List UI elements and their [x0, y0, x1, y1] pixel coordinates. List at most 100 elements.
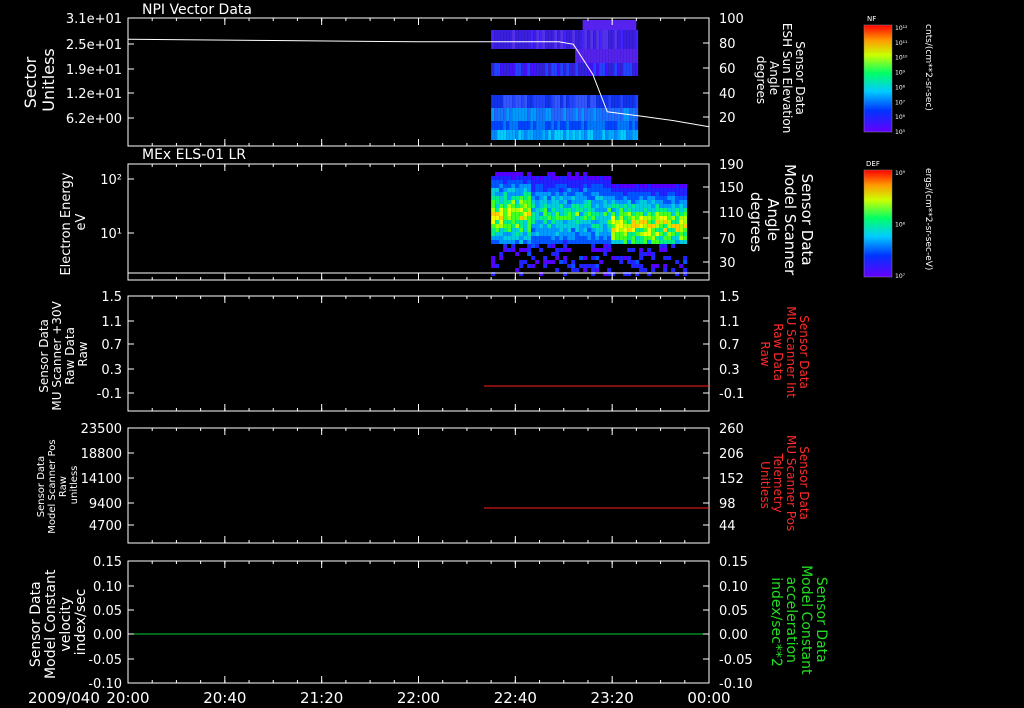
spectrogram-cell [515, 220, 520, 224]
spectrogram-cell [608, 76, 612, 95]
spectrogram-cell [572, 108, 576, 121]
spectrogram-cell [611, 95, 615, 108]
spectrogram-cell [551, 49, 555, 63]
spectrogram-cell [499, 208, 504, 212]
spectrogram-cell [507, 236, 512, 240]
spectrogram-cell [503, 121, 507, 130]
spectrogram-cell [626, 76, 630, 95]
spectrogram-cell [518, 95, 522, 108]
spectrogram-cell [547, 208, 552, 212]
spectrogram-cell [683, 212, 688, 216]
spectrogram-cell [635, 196, 640, 200]
spectrogram-cell [635, 192, 640, 196]
spectrogram-cell [567, 236, 572, 240]
spectrogram-cell [539, 216, 544, 220]
spectrogram-cell [623, 200, 628, 204]
spectrogram-cell [551, 260, 556, 264]
spectrogram-cell [539, 248, 544, 252]
spectrogram-cell [555, 236, 560, 240]
y-right-tick-label: 60 [719, 62, 736, 77]
spectrogram-cell [591, 212, 596, 216]
spectrogram-cell [571, 236, 576, 240]
spectrogram-cell [675, 196, 680, 200]
spectrogram-cell [663, 212, 668, 216]
spectrogram-cell [603, 244, 608, 248]
spectrogram-cell [511, 196, 516, 200]
spectrogram-cell [499, 196, 504, 200]
spectrogram-cell [503, 224, 508, 228]
spectrogram-cell [575, 224, 580, 228]
spectrogram-cell [507, 180, 512, 184]
spectrogram-cell [503, 184, 508, 188]
spectrogram-cell [563, 63, 567, 76]
spectrogram-cell [507, 176, 512, 180]
spectrogram-cell [512, 121, 516, 130]
spectrogram-cell [527, 196, 532, 200]
spectrogram-cell [667, 236, 672, 240]
colorbar-tick-label: 10⁷ [895, 99, 906, 106]
spectrogram-cell [587, 204, 592, 208]
spectrogram-cell [627, 196, 632, 200]
spectrogram-cell [543, 204, 548, 208]
spectrogram-cell [626, 130, 630, 140]
spectrogram-cell [543, 236, 548, 240]
spectrogram-cell [675, 220, 680, 224]
spectrogram-cell [543, 192, 548, 196]
colorbar-tick-label: 10⁸ [895, 84, 906, 91]
y-tick-label: 0.7 [101, 338, 122, 353]
y-tick-label: 1.5 [101, 290, 122, 305]
spectrogram-cell [635, 228, 640, 232]
spectrogram-cell [659, 236, 664, 240]
spectrogram-cell [509, 30, 513, 49]
spectrogram-cell [551, 216, 556, 220]
spectrogram-cell [626, 30, 630, 49]
spectrogram-cell [599, 212, 604, 216]
panel-model-constant: 0.150.100.050.00-0.05-0.10 0.150.100.050… [28, 555, 829, 692]
spectrogram-cell [512, 63, 516, 76]
spectrogram-cell [579, 184, 584, 188]
spectrogram-cell [569, 49, 573, 63]
colorbar-ticks: 10⁹ 10⁸ 10⁷ [895, 170, 906, 280]
spectrogram-cell [596, 108, 600, 121]
spectrogram-cell [567, 196, 572, 200]
spectrogram-cell [627, 232, 632, 236]
spectrogram-cell [639, 192, 644, 196]
spectrogram-cell [524, 121, 528, 130]
spectrogram-cell [619, 236, 624, 240]
spectrogram-cell [543, 232, 548, 236]
spectrogram-cell [611, 256, 616, 260]
spectrogram-cell [599, 204, 604, 208]
spectrogram-cell [521, 95, 525, 108]
spectrogram-cell [531, 196, 536, 200]
spectrogram-cell [579, 220, 584, 224]
spectrogram-cell [491, 216, 496, 220]
spectrogram-cell [536, 30, 540, 49]
spectrogram-cell [554, 30, 558, 49]
spectrogram-cell [527, 236, 532, 240]
spectrogram-cell [533, 49, 537, 63]
spectrogram-cell [587, 95, 591, 108]
spectrogram-cell [512, 95, 516, 108]
spectrogram-cell [651, 196, 656, 200]
plot-frame [127, 560, 710, 684]
spectrogram-cell [511, 212, 516, 216]
spectrogram-cell [555, 200, 560, 204]
spectrogram-cell [596, 63, 600, 76]
spectrogram-cell [663, 192, 668, 196]
spectrogram-cell [647, 248, 652, 252]
spectrogram-cell [555, 216, 560, 220]
spectrogram-cell [587, 188, 592, 192]
spectrogram-cell [599, 108, 603, 121]
spectrogram-cell [523, 216, 528, 220]
spectrogram-cell [679, 200, 684, 204]
y-tick-label: 9400 [89, 497, 122, 512]
spectrogram-cell [527, 208, 532, 212]
spectrogram-cell [607, 220, 612, 224]
spectrogram-cell [683, 256, 688, 260]
spectrogram-cell [518, 49, 522, 63]
spectrogram-cell [615, 196, 620, 200]
spectrogram-cell [523, 260, 528, 264]
spectrogram-cell [524, 49, 528, 63]
spectrogram-cell [587, 49, 591, 63]
spectrogram-cell [611, 240, 616, 244]
